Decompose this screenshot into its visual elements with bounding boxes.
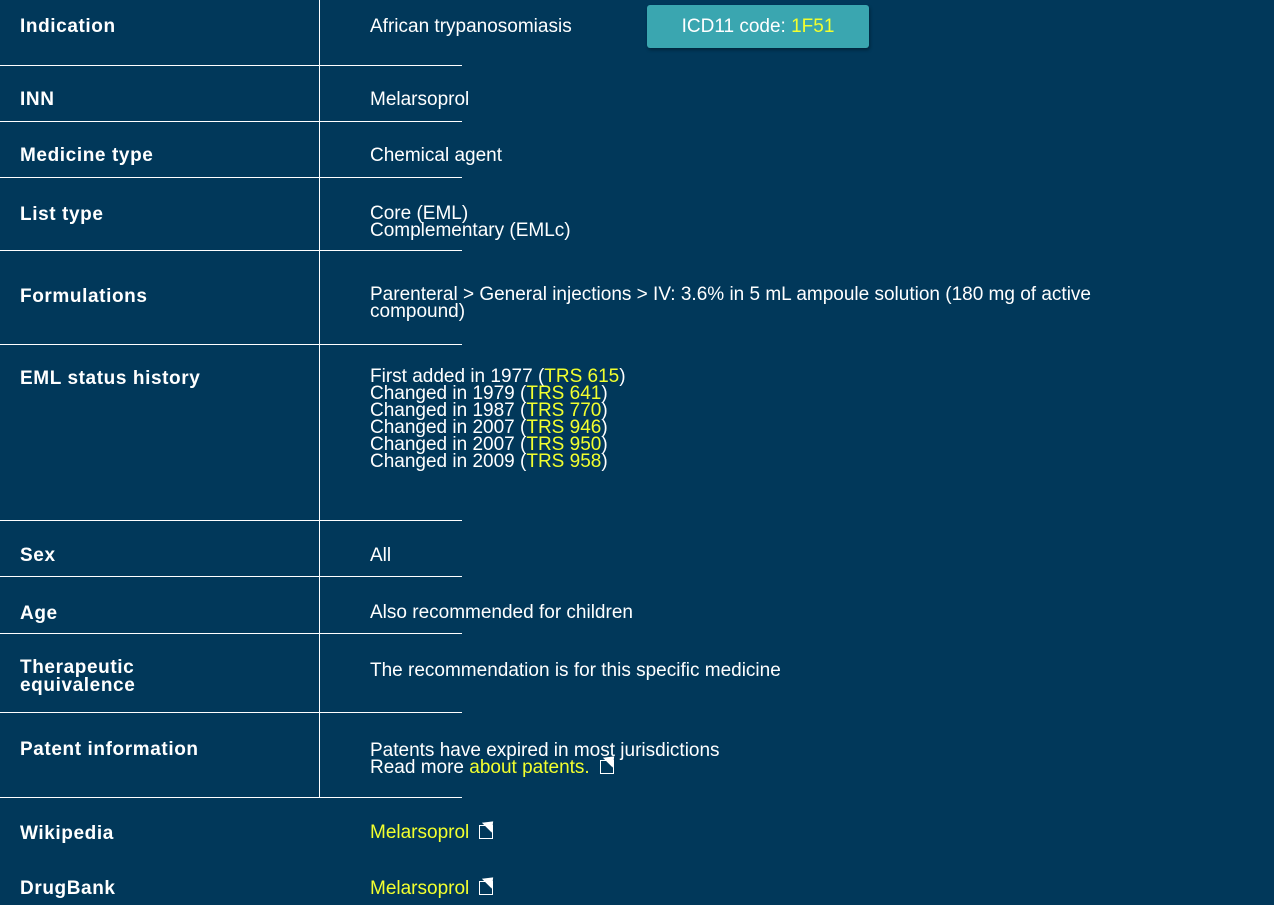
row-divider: [0, 712, 462, 713]
icd11-badge-prefix: ICD11 code:: [681, 16, 786, 37]
list-type-value: Core (EML) Complementary (EMLc): [370, 204, 571, 241]
external-link-icon[interactable]: [479, 881, 494, 895]
patent-read-more: Read more about patents.: [370, 757, 720, 778]
column-divider: [319, 0, 320, 797]
inn-label: INN: [20, 89, 55, 110]
medicine-type-label: Medicine type: [20, 145, 154, 166]
row-divider: [0, 344, 462, 345]
row-divider: [0, 65, 462, 66]
drugbank-label: DrugBank: [20, 878, 116, 899]
therapeutic-equivalence-label: Therapeutic equivalence: [20, 657, 136, 696]
formulation-line: Parenteral > General injections > IV: 3.…: [370, 284, 1091, 305]
trs-link[interactable]: TRS 958: [526, 451, 601, 472]
row-divider: [0, 633, 462, 634]
about-patents-link[interactable]: about patents.: [469, 757, 589, 778]
row-divider: [0, 177, 462, 178]
wikipedia-value: Melarsoprol: [370, 822, 494, 843]
icd11-badge: ICD11 code: 1F51: [647, 5, 869, 48]
row-divider: [0, 520, 462, 521]
drugbank-link[interactable]: Melarsoprol: [370, 878, 469, 899]
status-entry: Changed in 2009 (TRS 958): [370, 451, 608, 472]
age-label: Age: [20, 603, 58, 624]
wikipedia-label: Wikipedia: [20, 823, 114, 844]
sex-label: Sex: [20, 545, 56, 566]
external-link-icon[interactable]: [479, 825, 494, 839]
age-value: Also recommended for children: [370, 602, 633, 623]
eml-status-history-value: First added in 1977 (TRS 615) Changed in…: [370, 367, 626, 472]
medicine-type-value: Chemical agent: [370, 145, 503, 166]
row-divider: [0, 121, 462, 122]
list-type-complementary: Complementary (EMLc): [370, 220, 571, 241]
formulations-label: Formulations: [20, 286, 148, 307]
sex-value: All: [370, 545, 392, 566]
indication-value: African trypanosomiasis: [370, 16, 572, 37]
row-divider: [0, 250, 462, 251]
formulation-line: compound): [370, 301, 466, 322]
row-divider: [0, 797, 462, 798]
inn-value: Melarsoprol: [370, 89, 470, 110]
drugbank-value: Melarsoprol: [370, 878, 494, 899]
eml-status-history-label: EML status history: [20, 368, 201, 389]
therapeutic-equivalence-value: The recommendation is for this specific …: [370, 660, 781, 681]
list-type-label: List type: [20, 204, 104, 225]
formulations-value: Parenteral > General injections > IV: 3.…: [370, 284, 1091, 322]
row-divider: [0, 576, 462, 577]
patent-information-label: Patent information: [20, 739, 199, 760]
icd11-code-link[interactable]: 1F51: [791, 16, 834, 37]
indication-label: Indication: [20, 16, 116, 37]
wikipedia-link[interactable]: Melarsoprol: [370, 822, 469, 843]
external-link-icon[interactable]: [599, 760, 614, 774]
patent-information-value: Patents have expired in most jurisdictio…: [370, 741, 720, 778]
